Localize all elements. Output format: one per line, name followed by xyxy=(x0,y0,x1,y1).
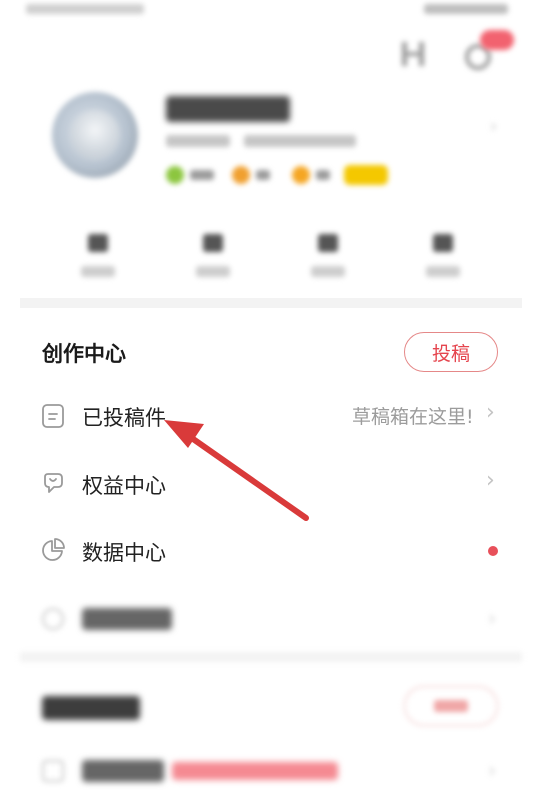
drafts-hint[interactable]: 草稿箱在这里! xyxy=(352,402,474,429)
row-label-submitted-works[interactable]: 已投稿件 xyxy=(82,402,166,432)
username xyxy=(166,96,290,122)
notification-dot xyxy=(488,546,498,556)
submit-post-button[interactable]: 投稿 xyxy=(404,332,498,372)
coin-count-orange xyxy=(256,170,270,180)
section-divider xyxy=(20,298,522,308)
coin-count-green xyxy=(190,170,214,180)
stat-label xyxy=(426,266,460,277)
message-badge xyxy=(480,30,514,50)
status-bar-right xyxy=(424,4,508,14)
list-item-promo-text xyxy=(172,762,338,780)
coin-count-gold xyxy=(316,170,330,180)
list-item-label[interactable] xyxy=(82,608,172,630)
user-id-text xyxy=(244,135,356,147)
scan-icon[interactable] xyxy=(400,40,426,68)
benefit-icon xyxy=(44,473,63,493)
stat-value[interactable] xyxy=(433,234,453,252)
avatar-image xyxy=(70,110,120,160)
row-label-data-center[interactable]: 数据中心 xyxy=(82,537,166,567)
list-item-icon xyxy=(42,608,64,630)
stat-label xyxy=(311,266,345,277)
vip-badge xyxy=(344,165,388,185)
section-title-blurred xyxy=(42,696,140,720)
stat-value[interactable] xyxy=(318,234,338,252)
chevron-right-icon[interactable]: › xyxy=(488,758,496,782)
coin-icon-orange xyxy=(232,166,250,184)
section-divider xyxy=(20,652,522,662)
stat-value[interactable] xyxy=(203,234,223,252)
chevron-right-icon[interactable]: › xyxy=(490,118,506,136)
section-button-label-blurred xyxy=(434,700,468,712)
user-level-text xyxy=(166,135,230,147)
stat-label xyxy=(196,266,230,277)
chevron-right-icon[interactable]: › xyxy=(488,606,496,630)
stat-label xyxy=(81,266,115,277)
list-item-icon xyxy=(42,760,64,782)
document-icon xyxy=(42,404,64,428)
chevron-right-icon[interactable]: › xyxy=(486,468,495,493)
row-label-benefits-center[interactable]: 权益中心 xyxy=(82,470,166,500)
stat-value[interactable] xyxy=(88,234,108,252)
chevron-right-icon[interactable]: › xyxy=(486,400,495,425)
coin-icon-green xyxy=(166,166,184,184)
list-item-label[interactable] xyxy=(82,760,164,782)
pie-chart-icon xyxy=(42,538,65,561)
coin-icon-gold xyxy=(292,166,310,184)
status-bar-left xyxy=(26,4,144,14)
section-title-creation-center: 创作中心 xyxy=(42,342,126,366)
